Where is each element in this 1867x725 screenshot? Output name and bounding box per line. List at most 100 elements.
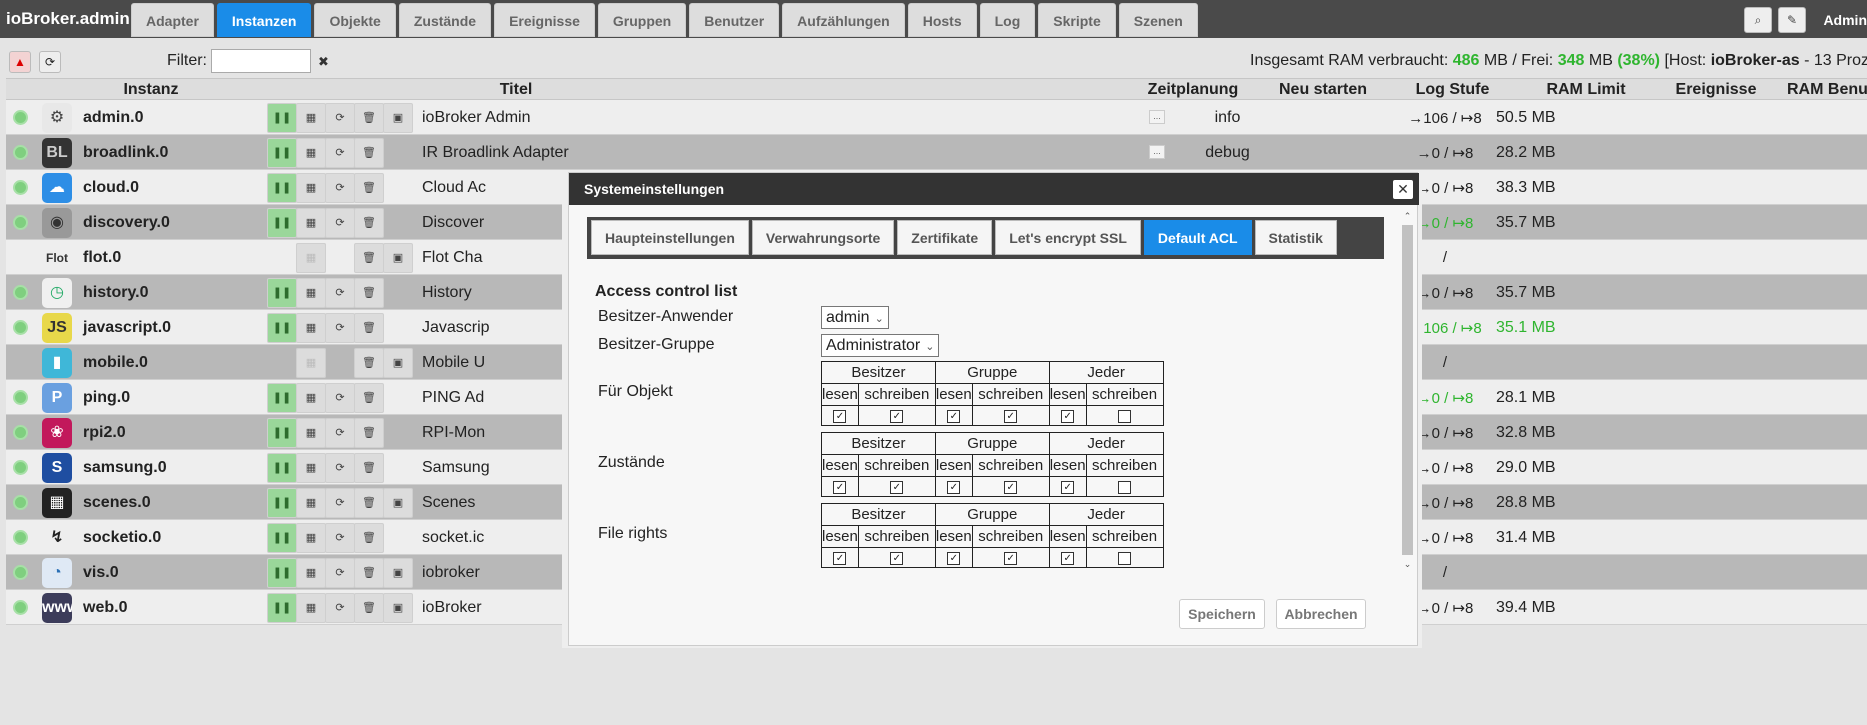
tab-benutzer[interactable]: Benutzer (689, 3, 780, 37)
permission-checkbox[interactable]: ✓ (1004, 551, 1018, 565)
dialog-tab-haupteinstellungen[interactable]: Haupteinstellungen (591, 220, 749, 255)
settings-icon[interactable]: ▦ (296, 558, 326, 588)
tab-ereignisse[interactable]: Ereignisse (494, 3, 595, 37)
delete-icon[interactable]: 🗑 (354, 488, 384, 518)
delete-icon[interactable]: 🗑 (354, 243, 384, 273)
instance-name[interactable]: discovery.0 (83, 214, 170, 232)
close-icon[interactable]: ✕ (1393, 180, 1413, 199)
col-schedule[interactable]: Zeitplanung (1128, 81, 1258, 99)
permission-checkbox[interactable]: ✓ (947, 480, 961, 494)
pause-icon[interactable]: ❚❚ (267, 418, 297, 448)
instance-name[interactable]: scenes.0 (83, 494, 151, 512)
col-ramuse[interactable]: RAM Benut (1781, 81, 1867, 99)
col-restart[interactable]: Neu starten (1258, 81, 1388, 99)
restart-icon[interactable]: ⟳ (325, 453, 355, 483)
settings-icon[interactable]: ▦ (296, 173, 326, 203)
delete-icon[interactable]: 🗑 (354, 523, 384, 553)
cancel-button[interactable]: Abbrechen (1276, 599, 1366, 629)
delete-icon[interactable]: 🗑 (354, 418, 384, 448)
permission-checkbox[interactable]: ✓ (833, 480, 847, 494)
restart-icon[interactable]: ⟳ (325, 383, 355, 413)
settings-icon[interactable]: ▦ (296, 138, 326, 168)
log-level[interactable]: info (1165, 109, 1290, 127)
settings-icon[interactable]: ▦ (296, 453, 326, 483)
permission-checkbox[interactable] (1118, 551, 1132, 565)
settings-icon[interactable]: ▦ (296, 348, 326, 378)
pause-icon[interactable]: ❚❚ (267, 383, 297, 413)
delete-icon[interactable]: 🗑 (354, 593, 384, 623)
log-level[interactable]: debug (1165, 144, 1290, 162)
col-instance[interactable]: Instanz (6, 81, 296, 99)
clear-filter-icon[interactable]: ✖ (318, 54, 329, 70)
scroll-down-icon[interactable]: ⌄ (1402, 559, 1413, 570)
permission-checkbox[interactable]: ✓ (1061, 409, 1075, 423)
reload-icon[interactable]: ⟳ (39, 51, 61, 73)
web-icon[interactable]: ▣ (383, 593, 413, 623)
pause-icon[interactable]: ❚❚ (267, 558, 297, 588)
restart-options-button[interactable]: ... (1149, 145, 1165, 159)
instance-name[interactable]: rpi2.0 (83, 424, 126, 442)
restart-icon[interactable]: ⟳ (325, 103, 355, 133)
tab-gruppen[interactable]: Gruppen (597, 3, 687, 37)
settings-icon[interactable]: ▦ (296, 523, 326, 553)
search-icon[interactable]: ⌕ (1744, 7, 1772, 33)
instance-name[interactable]: vis.0 (83, 564, 119, 582)
tab-zustände[interactable]: Zustände (398, 3, 492, 37)
dialog-tab-verwahrungsorte[interactable]: Verwahrungsorte (751, 220, 895, 255)
delete-icon[interactable]: 🗑 (354, 313, 384, 343)
edit-icon[interactable]: ✎ (1778, 7, 1806, 33)
col-log[interactable]: Log Stufe (1390, 81, 1515, 99)
filter-input[interactable] (211, 49, 311, 73)
permission-checkbox[interactable]: ✓ (833, 409, 847, 423)
restart-icon[interactable]: ⟳ (325, 313, 355, 343)
permission-checkbox[interactable]: ✓ (947, 409, 961, 423)
settings-icon[interactable]: ▦ (296, 383, 326, 413)
permission-checkbox[interactable]: ✓ (947, 551, 961, 565)
restart-icon[interactable]: ⟳ (325, 488, 355, 518)
permission-checkbox[interactable]: ✓ (1004, 480, 1018, 494)
pause-icon[interactable]: ❚❚ (267, 313, 297, 343)
tab-adapter[interactable]: Adapter (131, 3, 214, 37)
tab-aufzählungen[interactable]: Aufzählungen (782, 3, 905, 37)
instance-name[interactable]: cloud.0 (83, 179, 139, 197)
restart-icon[interactable]: ⟳ (325, 138, 355, 168)
permission-checkbox[interactable]: ✓ (1004, 409, 1018, 423)
tab-instanzen[interactable]: Instanzen (216, 3, 312, 37)
settings-icon[interactable]: ▦ (296, 313, 326, 343)
permission-checkbox[interactable]: ✓ (890, 480, 904, 494)
pause-icon[interactable]: ❚❚ (267, 103, 297, 133)
delete-icon[interactable]: 🗑 (354, 383, 384, 413)
settings-icon[interactable]: ▦ (296, 278, 326, 308)
instance-name[interactable]: admin.0 (83, 109, 143, 127)
permission-checkbox[interactable]: ✓ (890, 551, 904, 565)
tab-hosts[interactable]: Hosts (907, 3, 977, 37)
web-icon[interactable]: ▣ (383, 488, 413, 518)
delete-icon[interactable]: 🗑 (354, 278, 384, 308)
settings-icon[interactable]: ▦ (296, 418, 326, 448)
permission-checkbox[interactable]: ✓ (1061, 551, 1075, 565)
pause-icon[interactable]: ❚❚ (267, 173, 297, 203)
save-button[interactable]: Speichern (1179, 599, 1265, 629)
settings-icon[interactable]: ▦ (296, 243, 326, 273)
pause-icon[interactable]: ❚❚ (267, 278, 297, 308)
dialog-tab-statistik[interactable]: Statistik (1254, 220, 1337, 255)
tab-szenen[interactable]: Szenen (1118, 3, 1198, 37)
instance-name[interactable]: socketio.0 (83, 529, 161, 547)
permission-checkbox[interactable]: ✓ (833, 551, 847, 565)
restart-icon[interactable]: ⟳ (325, 278, 355, 308)
web-icon[interactable]: ▣ (383, 243, 413, 273)
restart-icon[interactable]: ⟳ (325, 208, 355, 238)
instance-name[interactable]: samsung.0 (83, 459, 167, 477)
owner-group-select[interactable]: Administrator ⌄ (821, 334, 940, 357)
col-title[interactable]: Titel (496, 81, 536, 99)
delete-icon[interactable]: 🗑 (354, 348, 384, 378)
instance-name[interactable]: javascript.0 (83, 319, 171, 337)
dialog-tab-let-s-encrypt-ssl[interactable]: Let's encrypt SSL (995, 220, 1141, 255)
web-icon[interactable]: ▣ (383, 558, 413, 588)
permission-checkbox[interactable]: ✓ (1061, 480, 1075, 494)
settings-icon[interactable]: ▦ (296, 593, 326, 623)
user-label[interactable]: Admin (1823, 12, 1867, 28)
web-icon[interactable]: ▣ (383, 348, 413, 378)
pause-icon[interactable]: ❚❚ (267, 593, 297, 623)
pause-icon[interactable]: ❚❚ (267, 523, 297, 553)
